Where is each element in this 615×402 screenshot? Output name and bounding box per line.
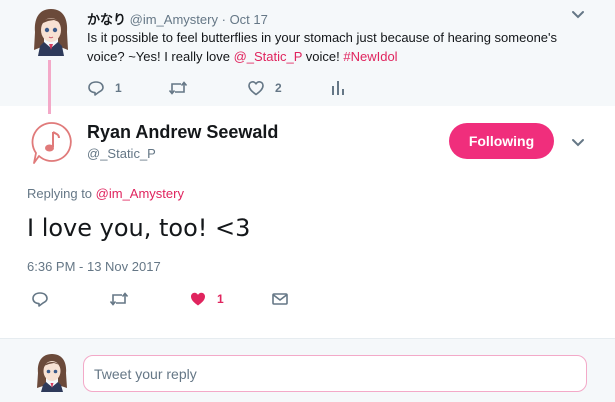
retweet-icon (109, 292, 129, 306)
replying-to-line: Replying to @im_Amystery (27, 186, 184, 201)
retweet-button[interactable] (168, 79, 188, 97)
mail-icon (272, 293, 288, 305)
reply-button[interactable] (31, 290, 49, 308)
user-avatar-anime-icon[interactable] (30, 6, 72, 56)
reply-button[interactable]: 1 (87, 79, 122, 97)
like-button[interactable]: 1 (189, 290, 224, 308)
parent-tweet-header: かなり @im_Amystery · Oct 17 (87, 9, 268, 28)
replying-to-label: Replying to (27, 186, 96, 201)
music-note-avatar-icon[interactable] (30, 121, 74, 165)
hashtag-link[interactable]: #NewIdol (343, 49, 397, 64)
author-handle[interactable]: @_Static_P (87, 146, 156, 161)
like-button[interactable]: 2 (247, 79, 282, 97)
reply-count: 1 (115, 81, 122, 95)
like-count: 2 (275, 81, 282, 95)
tweet-timestamp[interactable]: 6:36 PM - 13 Nov 2017 (27, 259, 161, 274)
following-button[interactable]: Following (449, 123, 554, 159)
analytics-icon (332, 81, 344, 95)
tweet-text-part: voice! (302, 49, 344, 64)
reply-icon (88, 81, 104, 96)
chevron-down-icon[interactable] (571, 10, 585, 20)
direct-message-button[interactable] (271, 290, 289, 308)
heart-filled-icon (191, 292, 205, 306)
reply-icon (32, 292, 48, 307)
separator-dot: · (221, 12, 226, 27)
parent-tweet[interactable]: かなり @im_Amystery · Oct 17 Is it possible… (0, 0, 615, 106)
current-user-avatar-icon[interactable] (34, 352, 70, 392)
like-count: 1 (217, 292, 224, 306)
tweet-text: I love you, too! <3 (27, 214, 251, 242)
thread-connector-line (48, 60, 51, 114)
retweet-button[interactable] (109, 290, 129, 308)
author-name[interactable]: かなり (87, 12, 126, 27)
author-name[interactable]: Ryan Andrew Seewald (87, 122, 278, 143)
tweet-date[interactable]: Oct 17 (230, 12, 268, 27)
reply-input[interactable] (83, 355, 587, 392)
replying-to-handle[interactable]: @im_Amystery (96, 186, 184, 201)
analytics-button[interactable] (330, 79, 346, 97)
chevron-down-icon[interactable] (571, 138, 585, 148)
parent-tweet-text: Is it possible to feel butterflies in yo… (87, 28, 567, 66)
author-handle[interactable]: @im_Amystery (130, 12, 218, 27)
retweet-icon (168, 81, 188, 95)
mention-link[interactable]: @_Static_P (234, 49, 303, 64)
heart-icon (248, 81, 264, 96)
